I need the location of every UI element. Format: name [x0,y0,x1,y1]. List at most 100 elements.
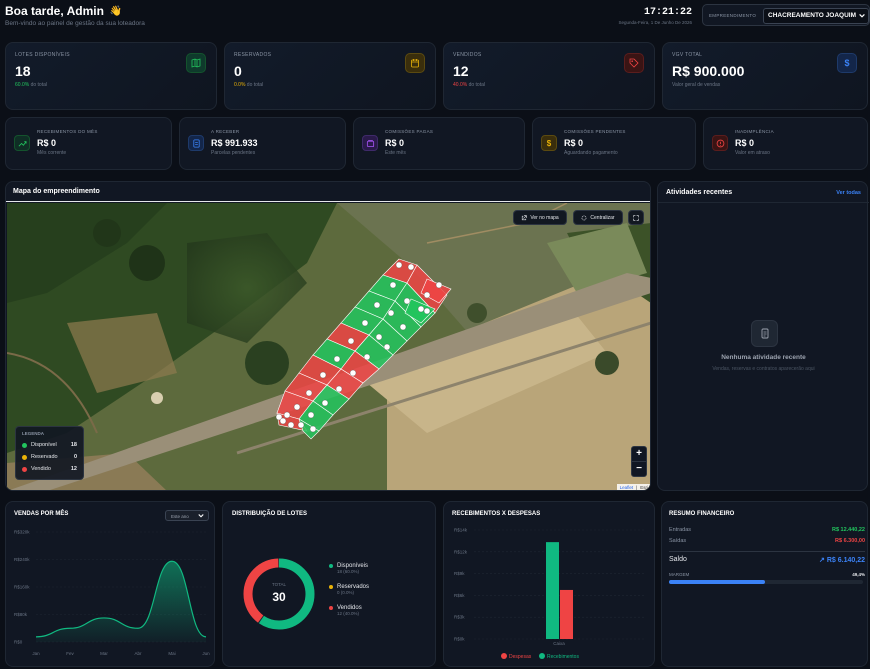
bar-recebimentos [546,542,559,639]
stat-label: VENDIDOS [453,52,482,58]
stat-value: R$ 900.000 [672,63,745,79]
mini-sub: Parcelas pendentes [211,150,256,156]
stat-suffix: do total [29,82,47,88]
mini-label: A RECEBER [211,129,240,134]
mini-card-recebimentos: RECEBIMENTOS DO MÊS R$ 0 Mês corrente [5,117,172,170]
mini-card-comissoes-pagas: COMISSÕES PAGAS R$ 0 Este mês [353,117,525,170]
empreendimento-selector: EMPREENDIMENTO CHACREAMENTO JOAQUIM [702,4,870,26]
mini-value: R$ 991.933 [211,138,258,148]
leaflet-link[interactable]: Leaflet [620,485,634,490]
legend-label: Vendido [31,466,51,472]
ver-todas-link[interactable]: Ver todas [836,190,861,196]
y-tick-label: R$0 [14,640,23,645]
stat-label: VGV TOTAL [672,52,703,58]
y-tick-label: R$160k [14,585,30,590]
stat-value: 0 [234,63,242,79]
year-filter-value: Este ano [171,514,189,519]
resumo-title: RESUMO FINANCEIRO [669,511,735,517]
legend-title: LEGENDA [22,431,45,436]
stat-sub: 0.0% do total [234,82,263,88]
fullscreen-button[interactable] [628,210,644,225]
stat-pct: 40.0% [453,82,468,88]
recebdesp-title: RECEBIMENTOS X DESPESAS [452,511,541,517]
y-tick-label: R$9k [454,571,465,576]
mini-label: RECEBIMENTOS DO MÊS [37,129,98,134]
y-tick-label: R$320k [14,530,30,535]
legend-label: Reservado [31,454,58,460]
legend-marker [501,653,507,659]
legend-detail: 12 (40.0%) [337,611,360,616]
mini-label: INADIMPLÊNCIA [735,129,774,134]
y-tick-label: R$240k [14,557,30,562]
stat-suffix: do total [245,82,264,88]
zoom-out-button[interactable]: − [632,462,646,477]
legend-count: 0 [73,454,77,460]
empty-state-subtitle: Vendas, reservas e contratos aparecerão … [712,366,815,372]
mini-value: R$ 0 [735,138,755,148]
margem-value: 49,4% [852,572,865,577]
legend-item-reservados: Reservados 0 (0.0%) [329,584,369,605]
distribuicao-title: DISTRIBUIÇÃO DE LOTES [232,511,308,517]
distribuicao-card: DISTRIBUIÇÃO DE LOTES TOTAL 30 Disponíve… [222,501,436,667]
x-tick-label: Mai [168,651,175,656]
empty-state-icon [751,320,778,347]
y-tick-label: R$12k [454,549,468,554]
saldo-label: Saldo [669,556,687,563]
centralizar-label: Centralizar [590,214,615,221]
empreendimento-value: CHACREAMENTO JOAQUIM [768,12,856,19]
chevron-down-icon [859,13,865,18]
page-subtitle: Bem-vindo ao painel de gestão da sua lot… [5,20,145,27]
year-filter-select[interactable]: Este ano [165,510,209,521]
clock: 17:21:22 [643,7,692,18]
stat-card-vgv: VGV TOTAL R$ 900.000 Valor geral de vend… [662,42,868,110]
stat-sub: Valor geral de vendas [672,82,721,88]
x-tick-label: Mar [100,651,108,656]
activities-title: Atividades recentes [666,189,733,196]
saidas-value: R$ 6.300,00 [835,538,865,544]
vendas-area-chart: R$0 R$80k R$160k R$240k R$320k Jan Fev Mar Abr Ma… [14,530,210,657]
saidas-label: Saídas [669,538,687,544]
document-icon [188,135,204,151]
y-tick-label: R$6k [454,593,465,598]
centralizar-button[interactable]: Centralizar [573,210,623,225]
zoom-in-button[interactable]: + [632,447,646,462]
mini-card-comissoes-pendentes: $ COMISSÕES PENDENTES R$ 0 Aguardando pa… [532,117,696,170]
bar-despesas [560,589,573,639]
stat-suffix: do total [467,82,485,88]
vendas-chart-card: VENDAS POR MÊS Este ano R$0 R$80k R$160k R$… [5,501,215,667]
legend-label: Disponível [31,442,57,448]
stat-card-disponiveis: LOTES DISPONÍVEIS 18 60.0% do total [5,42,217,110]
legend-detail: 18 (60.0%) [337,569,360,574]
empreendimento-label: EMPREENDIMENTO [709,13,757,18]
mini-card-inadimplencia: INADIMPLÊNCIA R$ 0 Valor em atraso [703,117,868,170]
trend-icon [14,135,30,151]
empty-state-title: Nenhuma atividade recente [721,354,806,361]
x-tick-label: Jun [202,651,210,656]
esri-link[interactable]: Esri [640,485,648,490]
map-view[interactable]: Ver no mapa Centralizar LEGENDA Disponív… [7,203,650,490]
external-link-icon [522,214,528,220]
saldo-value: ↗ R$ 6.140,22 [819,557,865,564]
mini-label: COMISSÕES PENDENTES [564,129,626,134]
wave-icon: 👋 [109,5,123,17]
chevron-down-icon [198,514,204,518]
legend-item-vendidos: Vendidos 12 (40.0%) [329,605,369,626]
x-tick-label: Jan [32,651,40,656]
activities-card: Atividades recentes Ver todas Nenhuma at… [657,181,869,491]
stat-pct: 60.0% [15,82,30,88]
stat-sub: 60.0% do total [15,82,47,88]
mini-value: R$ 0 [385,138,405,148]
ver-no-mapa-button[interactable]: Ver no mapa [513,210,567,225]
dollar-icon: $ [837,53,857,73]
wallet-icon [362,135,378,151]
legend-marker [539,653,545,659]
lots-overlay [275,258,452,440]
mini-sub: Mês corrente [37,150,67,156]
mini-value: R$ 0 [37,138,57,148]
map-title: Mapa do empreendimento [13,188,100,195]
empreendimento-select[interactable]: CHACREAMENTO JOAQUIM [763,8,869,24]
stat-sub: 40.0% do total [453,82,485,88]
coin-icon: $ [541,135,557,151]
distribuicao-legend: Disponíveis 18 (60.0%) Reservados 0 (0.0… [329,563,369,626]
date-text: Segunda-Feira, 1 De Junho De 2026 [618,20,692,25]
